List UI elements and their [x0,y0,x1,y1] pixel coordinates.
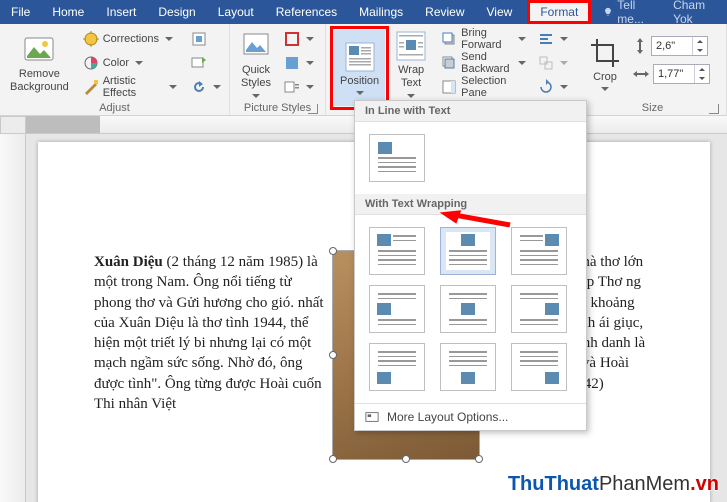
body-text-left: Xuân Diệu (2 tháng 12 năm 1985) là một t… [94,252,324,414]
compress-pictures-button[interactable] [187,28,225,50]
position-top-right[interactable] [511,227,567,275]
size-dialog-launcher[interactable] [709,104,719,114]
tell-me-search[interactable]: Tell me... [595,0,665,24]
tab-review[interactable]: Review [414,0,475,24]
picture-effects-button[interactable] [280,52,318,74]
position-middle-center[interactable] [440,285,496,333]
picture-border-button[interactable] [280,28,318,50]
width-input[interactable]: 1,77" [653,64,710,84]
position-dropdown: In Line with Text With Text Wrapping Mor… [354,100,587,431]
change-picture-icon [191,55,207,71]
position-bottom-left[interactable] [369,343,425,391]
resize-handle-bm[interactable] [402,455,410,463]
resize-handle-lm[interactable] [329,351,337,359]
tab-insert[interactable]: Insert [95,0,147,24]
watermark: ThuThuatPhanMem.vn [508,473,719,496]
position-icon [344,41,376,73]
position-bottom-right[interactable] [511,343,567,391]
picture-border-icon [284,31,300,47]
position-section-inline: In Line with Text [355,101,586,122]
tab-design[interactable]: Design [147,0,206,24]
tab-references[interactable]: References [265,0,348,24]
wrap-text-icon [395,30,427,62]
tab-view[interactable]: View [476,0,524,24]
more-layout-icon [365,410,379,424]
send-backward-icon [441,55,457,71]
account-name[interactable]: Cham Yok [665,0,727,24]
ruler-corner [0,116,26,134]
picture-styles-dialog-launcher[interactable] [308,104,318,114]
height-spin-up[interactable] [693,37,707,46]
color-icon [83,55,99,71]
tab-home[interactable]: Home [41,0,95,24]
width-icon [633,67,649,81]
compress-icon [191,31,207,47]
selection-pane-button[interactable]: Selection Pane [437,76,530,98]
selection-pane-icon [441,79,457,95]
remove-background-button[interactable]: RemoveBackground [4,26,75,102]
reset-picture-button[interactable] [187,76,225,98]
position-button[interactable]: Position [334,30,385,106]
height-spin-down[interactable] [693,46,707,55]
position-top-left[interactable] [369,227,425,275]
wrap-text-button[interactable]: WrapText [389,26,433,102]
resize-handle-br[interactable] [475,455,483,463]
width-spin-up[interactable] [695,65,709,74]
corrections-icon [83,31,99,47]
group-size-label: Size [583,102,722,116]
change-picture-button[interactable] [187,52,225,74]
align-button[interactable] [534,28,572,50]
height-value: 2,6" [652,40,692,52]
picture-effects-icon [284,55,300,71]
tab-layout[interactable]: Layout [207,0,265,24]
corrections-button[interactable]: Corrections [79,28,181,50]
bring-forward-button[interactable]: Bring Forward [437,28,530,50]
highlight-format-tab: Format [527,0,591,24]
tell-me-label: Tell me... [617,0,657,26]
picture-layout-icon [284,79,300,95]
height-input[interactable]: 2,6" [651,36,708,56]
bring-forward-icon [441,31,457,47]
width-value: 1,77" [654,68,694,80]
rotate-button[interactable] [534,76,572,98]
send-backward-button[interactable]: Send Backward [437,52,530,74]
lightbulb-icon [603,6,613,18]
highlight-position-button: Position [330,26,389,110]
group-adjust-label: Adjust [4,102,225,116]
remove-background-icon [23,34,55,66]
rotate-icon [538,79,554,95]
position-bottom-center[interactable] [440,343,496,391]
position-middle-right[interactable] [511,285,567,333]
vertical-ruler[interactable] [0,134,26,502]
quick-styles-icon [240,30,272,62]
more-layout-options[interactable]: More Layout Options... [355,403,586,430]
group-objects-button[interactable] [534,52,572,74]
position-middle-left[interactable] [369,285,425,333]
resize-handle-tl[interactable] [329,247,337,255]
group-icon [538,55,554,71]
reset-picture-icon [191,79,207,95]
resize-handle-bl[interactable] [329,455,337,463]
height-icon [633,38,647,54]
crop-button[interactable]: Crop [583,26,627,102]
tab-format[interactable]: Format [530,3,588,21]
group-picture-styles-label: Picture Styles [234,102,321,116]
position-inline-with-text[interactable] [369,134,425,182]
ribbon-tabs: File Home Insert Design Layout Reference… [0,0,727,24]
crop-icon [589,37,621,69]
artistic-effects-button[interactable]: Artistic Effects [79,76,181,98]
tab-mailings[interactable]: Mailings [348,0,414,24]
artistic-effects-icon [83,79,99,95]
tab-file[interactable]: File [0,0,41,24]
quick-styles-button[interactable]: QuickStyles [234,26,278,102]
align-icon [538,31,554,47]
color-button[interactable]: Color [79,52,181,74]
picture-layout-button[interactable] [280,76,318,98]
width-spin-down[interactable] [695,74,709,83]
